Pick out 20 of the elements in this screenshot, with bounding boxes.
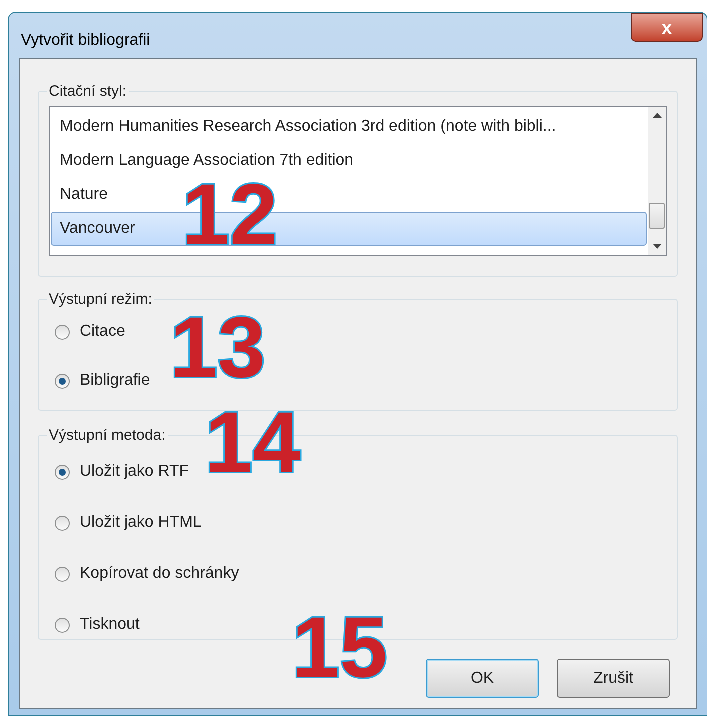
callout-number: 14: [205, 400, 301, 486]
scrollbar-drawing[interactable]: [648, 107, 666, 255]
radio-button[interactable]: [55, 618, 70, 632]
radio-button[interactable]: [55, 464, 70, 480]
ok-button[interactable]: OK: [426, 659, 539, 698]
callout-number: 13: [170, 305, 266, 391]
radio-button[interactable]: [55, 516, 70, 530]
radio-label: Kopírovat do schránky: [80, 564, 240, 584]
radio-button[interactable]: [55, 374, 70, 388]
list-item[interactable]: Modern Humanities Research Association 3rd edition (note with bibli...: [51, 110, 647, 144]
radio-label: Tisknout: [80, 615, 140, 635]
callout-number: 15: [292, 605, 388, 691]
radio-button[interactable]: [55, 566, 70, 582]
radio-label: Uložit jako RTF: [80, 462, 190, 482]
radio-button[interactable]: [55, 324, 70, 340]
radio-label: Citace: [80, 322, 126, 342]
radio-label: Uložit jako HTML: [80, 513, 202, 533]
window-title: Vytvořit bibliografii: [21, 31, 150, 51]
radio-label: Bibligrafie: [80, 371, 150, 391]
cancel-button[interactable]: Zrušit: [557, 659, 670, 698]
